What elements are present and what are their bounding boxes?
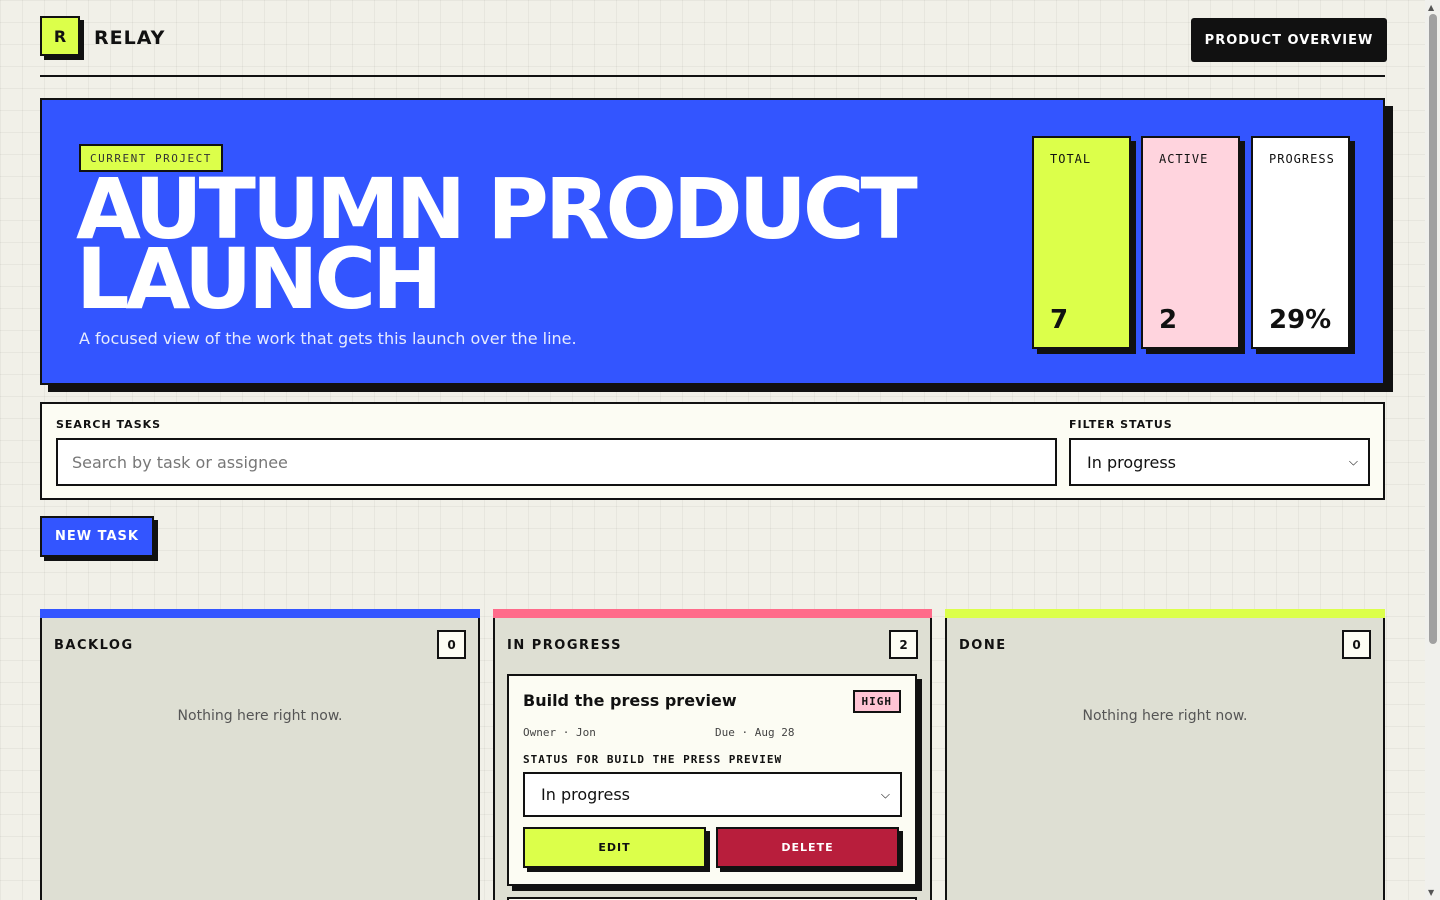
stat-progress-value: 29% bbox=[1269, 305, 1332, 335]
column-accent-bar bbox=[40, 609, 480, 618]
logo[interactable]: R RELAY bbox=[40, 16, 165, 60]
search-input[interactable] bbox=[56, 438, 1057, 486]
project-hero: CURRENT PROJECT AUTUMN PRODUCT LAUNCH A … bbox=[40, 98, 1385, 385]
column-count-badge: 2 bbox=[889, 630, 918, 659]
column-count-badge: 0 bbox=[437, 630, 466, 659]
stat-total-value: 7 bbox=[1050, 305, 1069, 335]
logo-letter: R bbox=[40, 16, 80, 56]
scroll-up-icon[interactable]: ▲ bbox=[1428, 3, 1434, 12]
chevron-down-icon: ⌵ bbox=[1348, 454, 1358, 469]
app-name: RELAY bbox=[94, 27, 166, 49]
column-title: IN PROGRESS bbox=[507, 638, 623, 653]
task-card: Build the press preview HIGH Owner · Jon… bbox=[507, 674, 917, 886]
top-header: R RELAY PRODUCT OVERVIEW bbox=[40, 16, 1387, 77]
column-title: DONE bbox=[959, 638, 1007, 653]
logo-mark: R bbox=[40, 16, 84, 60]
project-title: AUTUMN PRODUCT LAUNCH bbox=[76, 167, 976, 321]
column-title: BACKLOG bbox=[54, 638, 134, 653]
stat-progress: PROGRESS 29% bbox=[1251, 136, 1350, 349]
task-status-label: STATUS FOR BUILD THE PRESS PREVIEW bbox=[523, 753, 783, 766]
chevron-down-icon: ⌵ bbox=[880, 787, 890, 801]
page-scrollbar[interactable]: ▲ ▼ bbox=[1425, 0, 1440, 900]
new-task-button[interactable]: NEW TASK bbox=[40, 516, 158, 561]
task-owner: Owner · Jon bbox=[523, 726, 596, 739]
column-accent-bar bbox=[493, 609, 932, 618]
priority-badge: HIGH bbox=[852, 690, 901, 713]
column-in-progress: IN PROGRESS 2 Build the press preview HI… bbox=[493, 609, 932, 900]
delete-task-button[interactable]: DELETE bbox=[716, 827, 903, 872]
scroll-thumb[interactable] bbox=[1429, 14, 1437, 644]
delete-label: DELETE bbox=[716, 827, 899, 868]
stat-active-value: 2 bbox=[1159, 305, 1178, 335]
stat-progress-label: PROGRESS bbox=[1269, 152, 1335, 166]
task-status-select[interactable]: In progress ⌵ bbox=[523, 772, 902, 817]
stat-active: ACTIVE 2 bbox=[1141, 136, 1240, 349]
search-label: SEARCH TASKS bbox=[56, 418, 162, 431]
product-overview-button[interactable]: PRODUCT OVERVIEW bbox=[1191, 18, 1387, 62]
column-count-badge: 0 bbox=[1342, 630, 1371, 659]
task-title: Build the press preview bbox=[523, 691, 737, 710]
filter-panel: SEARCH TASKS FILTER STATUS In progress ⌵ bbox=[40, 402, 1385, 500]
stat-total: TOTAL 7 bbox=[1032, 136, 1131, 349]
empty-state: Nothing here right now. bbox=[177, 708, 343, 724]
stat-active-label: ACTIVE bbox=[1159, 152, 1209, 166]
edit-label: EDIT bbox=[523, 827, 706, 868]
filter-status-label: FILTER STATUS bbox=[1069, 418, 1173, 431]
stat-total-label: TOTAL bbox=[1050, 152, 1092, 166]
scroll-down-icon[interactable]: ▼ bbox=[1428, 888, 1434, 897]
empty-state: Nothing here right now. bbox=[1082, 708, 1248, 724]
column-done: DONE 0 Nothing here right now. bbox=[945, 609, 1385, 900]
task-status-value: In progress bbox=[541, 785, 631, 804]
new-task-label: NEW TASK bbox=[40, 516, 154, 557]
filter-status-select[interactable]: In progress ⌵ bbox=[1069, 438, 1370, 486]
filter-status-value: In progress bbox=[1087, 452, 1177, 472]
edit-task-button[interactable]: EDIT bbox=[523, 827, 710, 872]
task-due-date: Due · Aug 28 bbox=[715, 726, 795, 739]
column-accent-bar bbox=[945, 609, 1385, 618]
project-subtitle: A focused view of the work that gets thi… bbox=[79, 329, 577, 348]
column-backlog: BACKLOG 0 Nothing here right now. bbox=[40, 609, 480, 900]
